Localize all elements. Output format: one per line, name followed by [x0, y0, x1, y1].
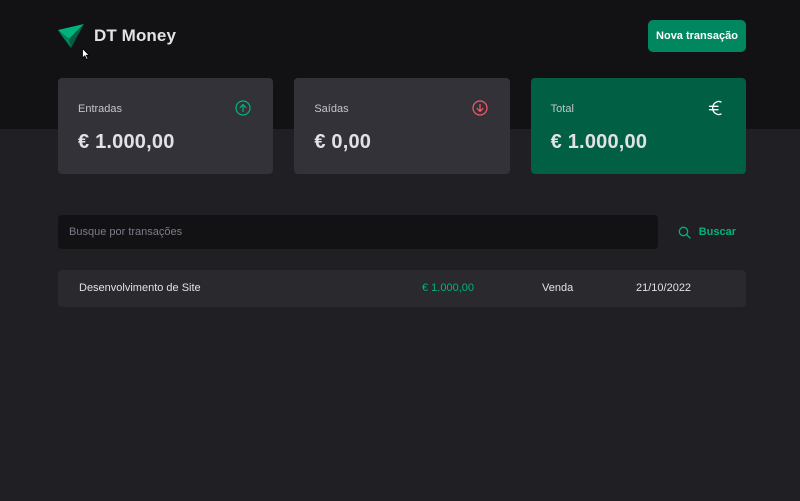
search-icon — [678, 226, 691, 239]
transactions-table: Desenvolvimento de Site € 1.000,00 Venda… — [58, 270, 746, 307]
search-form: Buscar — [58, 215, 746, 249]
search-button-label: Buscar — [698, 226, 736, 238]
total-label: Total — [550, 103, 574, 115]
table-row: Desenvolvimento de Site € 1.000,00 Venda… — [58, 270, 746, 307]
total-card: Total € 1.000,00 — [530, 78, 746, 174]
income-value: € 1.000,00 — [78, 131, 175, 153]
transaction-description: Desenvolvimento de Site — [79, 282, 201, 294]
summary-cards: Entradas € 1.000,00 Saídas € 0,00 Total … — [58, 78, 746, 174]
new-transaction-button[interactable]: Nova transação — [648, 20, 746, 52]
arrow-circle-down-icon — [472, 100, 488, 116]
app-name: DT Money — [94, 26, 177, 45]
search-input[interactable] — [58, 215, 658, 249]
arrow-circle-up-icon — [235, 100, 251, 116]
mouse-cursor-icon — [82, 48, 90, 60]
income-label: Entradas — [78, 103, 123, 115]
outcome-label: Saídas — [314, 103, 349, 115]
transaction-date: 21/10/2022 — [636, 282, 692, 294]
header: DT Money Nova transação — [58, 20, 746, 52]
search-button[interactable]: Buscar — [670, 215, 746, 249]
transaction-price: € 1.000,00 — [422, 282, 474, 294]
outcome-card: Saídas € 0,00 — [294, 78, 510, 174]
brand: DT Money — [58, 24, 176, 48]
total-value: € 1.000,00 — [550, 131, 648, 153]
euro-icon — [708, 100, 722, 116]
outcome-value: € 0,00 — [314, 131, 372, 153]
logo-icon — [58, 24, 84, 48]
transaction-category: Venda — [542, 282, 574, 294]
income-card: Entradas € 1.000,00 — [58, 78, 274, 174]
